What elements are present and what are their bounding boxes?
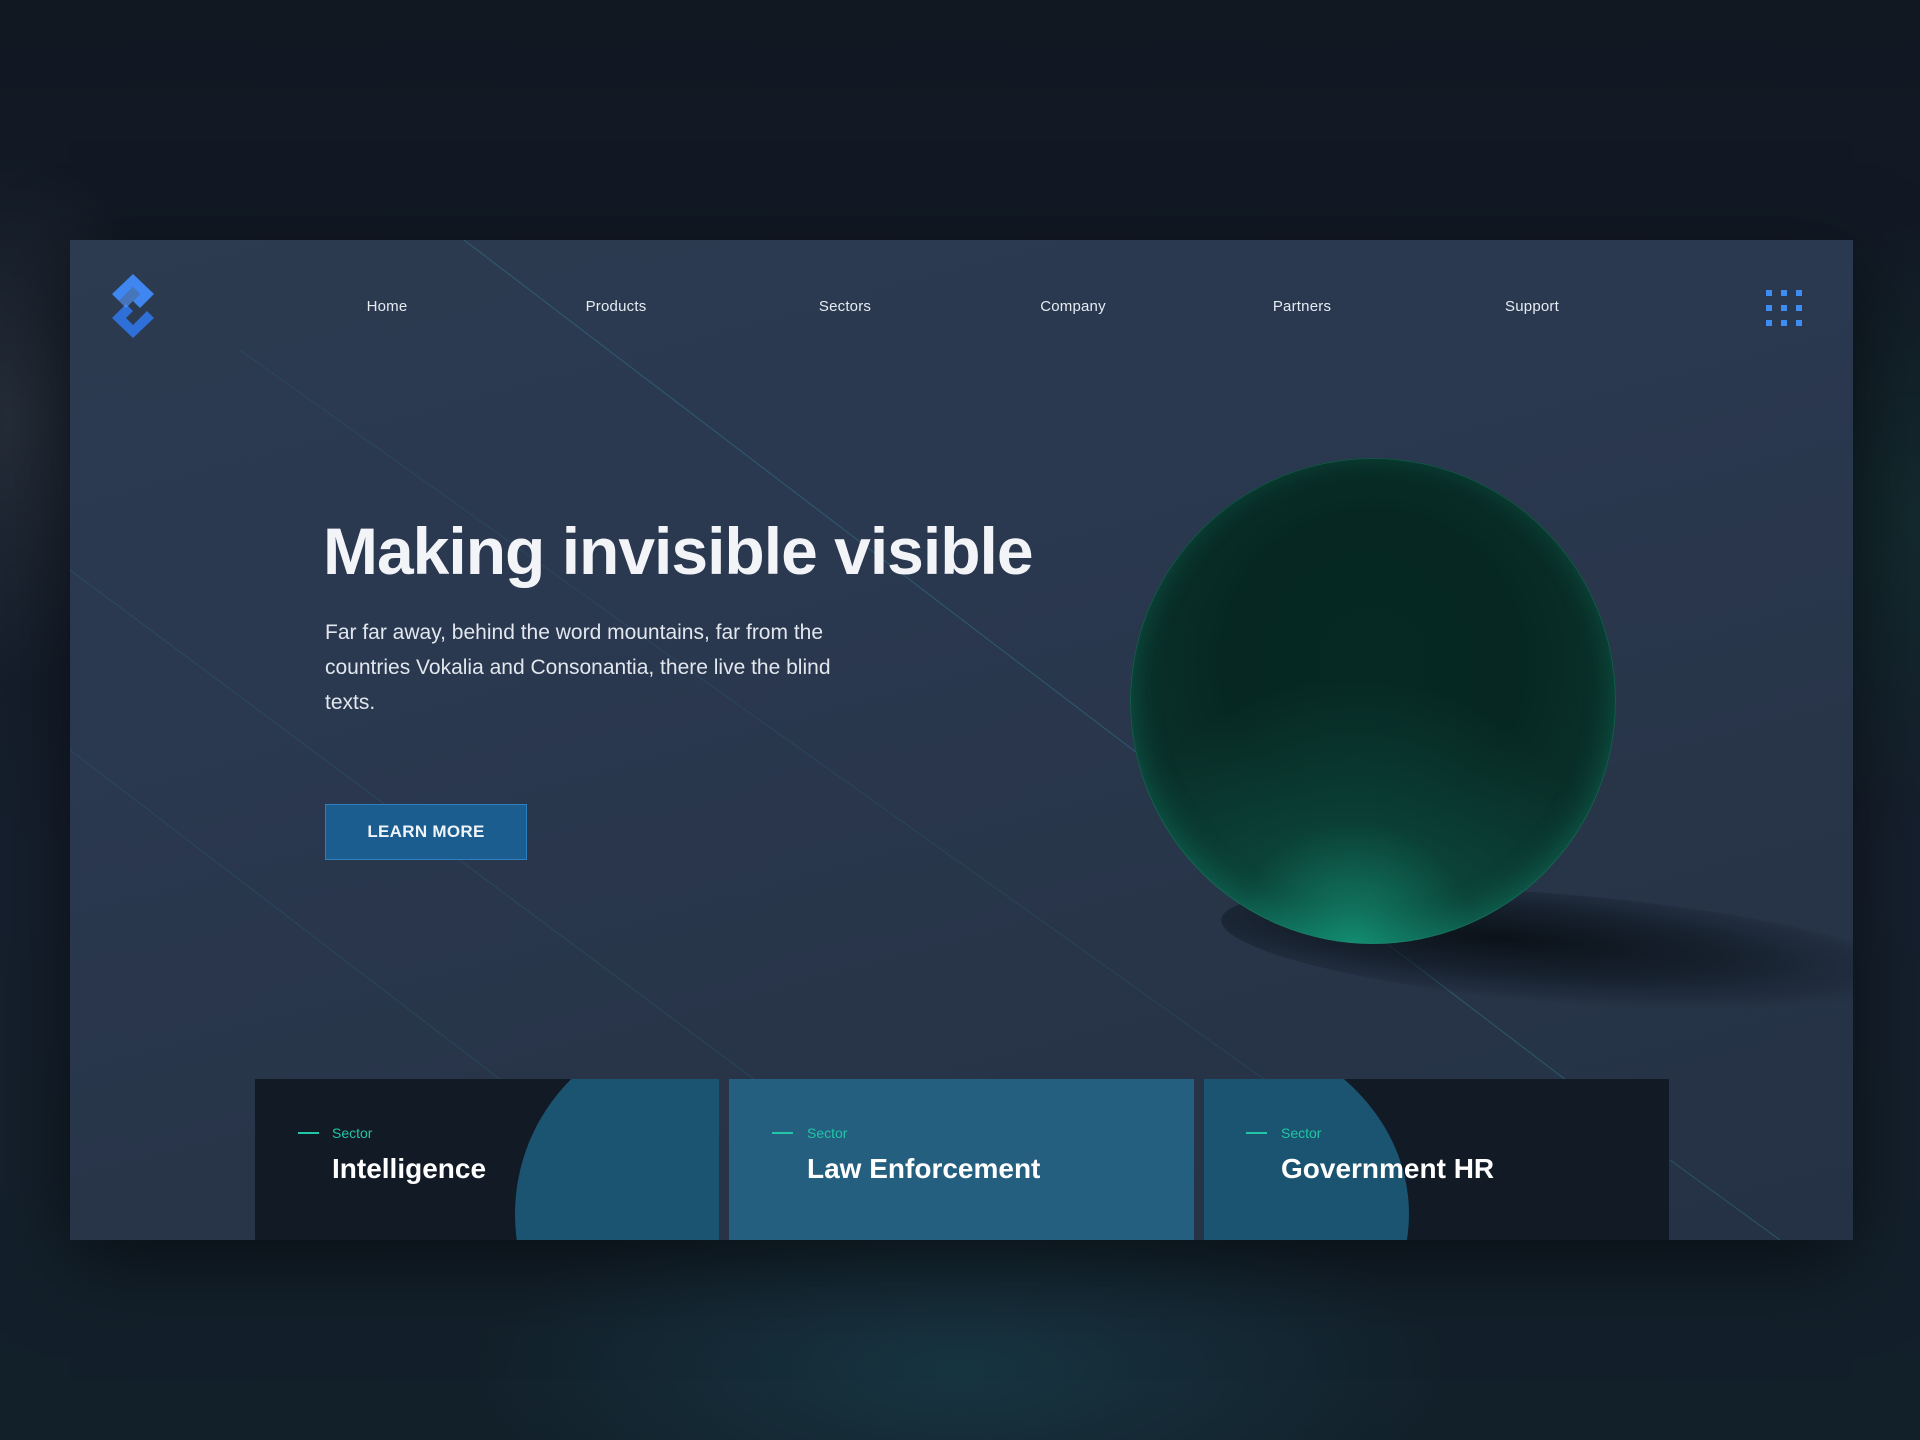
- sector-tag: Sector: [332, 1125, 373, 1141]
- card-arc: [515, 1079, 719, 1240]
- sector-tag: Sector: [807, 1125, 848, 1141]
- nav-support[interactable]: Support: [1505, 298, 1559, 315]
- learn-more-button[interactable]: LEARN MORE: [325, 804, 527, 860]
- sector-card-law-enforcement[interactable]: Sector Law Enforcement: [729, 1079, 1194, 1240]
- nav-products[interactable]: Products: [586, 298, 647, 315]
- grid-menu-icon[interactable]: [1766, 290, 1802, 326]
- sector-card-intelligence[interactable]: Sector Intelligence: [255, 1079, 719, 1240]
- sector-title: Intelligence: [332, 1153, 487, 1184]
- sector-card-government-hr[interactable]: Sector Government HR: [1204, 1079, 1669, 1240]
- tag-dash: [772, 1132, 793, 1134]
- sector-title: Law Enforcement: [807, 1153, 1041, 1184]
- nav-sectors[interactable]: Sectors: [819, 298, 871, 315]
- nav-company[interactable]: Company: [1040, 298, 1106, 315]
- hero-headline: Making invisible visible: [323, 514, 1034, 588]
- sector-tag: Sector: [1281, 1125, 1322, 1141]
- nav-home[interactable]: Home: [367, 298, 408, 315]
- sector-title: Government HR: [1281, 1153, 1495, 1184]
- nav-partners[interactable]: Partners: [1273, 298, 1331, 315]
- tag-dash: [1246, 1132, 1267, 1134]
- hero-subtext: Far far away, behind the word mountains,…: [325, 621, 831, 714]
- main-navigation: Home Products Sectors Company Partners S…: [70, 298, 1853, 320]
- website-preview: Home Products Sectors Company Partners S…: [70, 240, 1853, 1240]
- hero-sphere-image: [1130, 458, 1616, 944]
- tag-dash: [298, 1132, 319, 1134]
